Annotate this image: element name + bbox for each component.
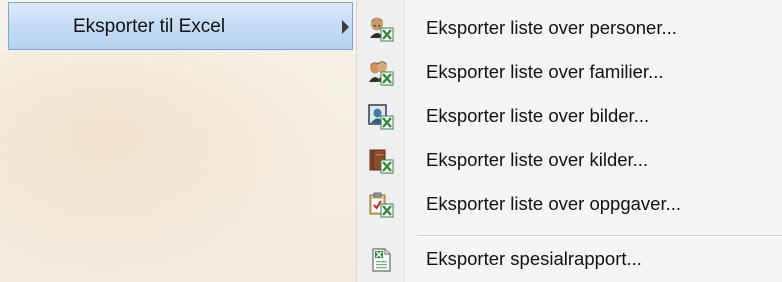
menu-separator bbox=[417, 235, 782, 237]
menu-item-label: Eksporter liste over kilder... bbox=[426, 149, 649, 170]
menu-item-label: Eksporter liste over oppgaver... bbox=[426, 193, 682, 214]
person-excel-icon bbox=[368, 16, 394, 42]
excel-document-icon bbox=[368, 247, 394, 273]
menu-item-export-tasks[interactable]: Eksporter liste over oppgaver... bbox=[357, 184, 782, 224]
menu-item-export-persons[interactable]: Eksporter liste over personer... bbox=[357, 8, 782, 48]
menu-item-export-families[interactable]: Eksporter liste over familier... bbox=[357, 52, 782, 92]
background-window-content bbox=[0, 52, 350, 282]
app-background: { "parent_menu": { "label": "Eksporter t… bbox=[0, 0, 782, 282]
picture-excel-icon bbox=[368, 104, 394, 130]
menu-item-label: Eksporter til Excel bbox=[73, 16, 226, 37]
menu-item-label: Eksporter spesialrapport... bbox=[426, 248, 642, 269]
task-clipboard-excel-icon bbox=[368, 192, 394, 218]
family-excel-icon bbox=[368, 60, 394, 86]
menu-item-label: Eksporter liste over familier... bbox=[426, 61, 664, 82]
menu-item-label: Eksporter liste over bilder... bbox=[426, 105, 650, 126]
menu-item-export-to-excel[interactable]: Eksporter til Excel bbox=[8, 2, 353, 50]
source-book-excel-icon bbox=[368, 148, 394, 174]
menu-item-export-special-report[interactable]: Eksporter spesialrapport... bbox=[357, 239, 782, 279]
export-submenu: Eksporter liste over personer... Eksport… bbox=[356, 0, 782, 282]
submenu-arrow-icon bbox=[342, 20, 349, 34]
menu-item-export-pictures[interactable]: Eksporter liste over bilder... bbox=[357, 96, 782, 136]
menu-item-export-sources[interactable]: Eksporter liste over kilder... bbox=[357, 140, 782, 180]
menu-item-label: Eksporter liste over personer... bbox=[426, 17, 677, 38]
